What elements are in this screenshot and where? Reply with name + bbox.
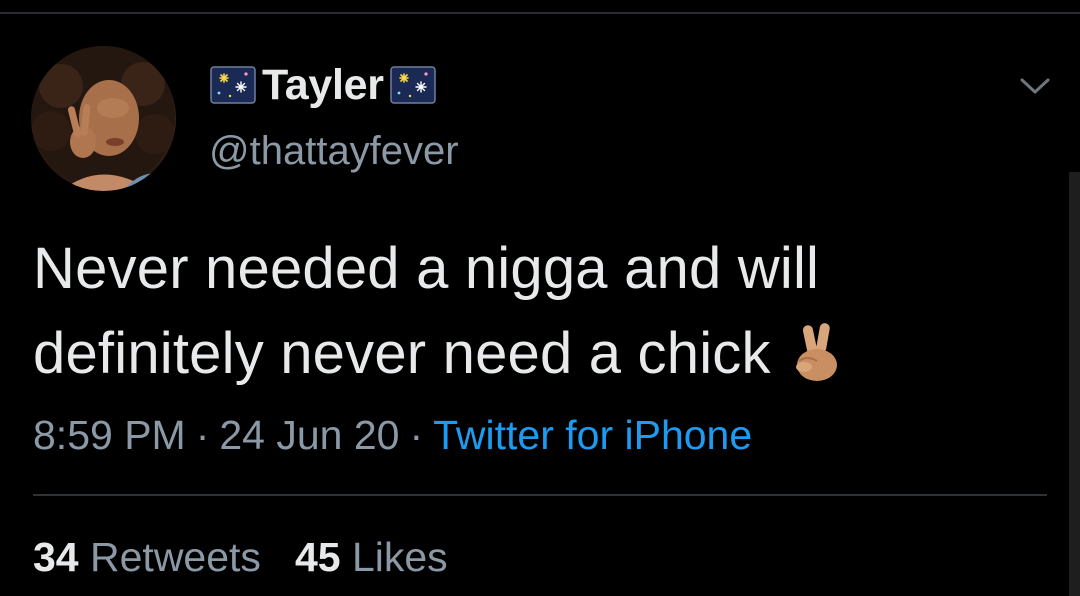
fireworks-icon <box>210 66 256 104</box>
likes-label: Likes <box>351 534 448 580</box>
avatar[interactable] <box>31 46 176 191</box>
tweet-detail-view: Tayler @thattayfever Never needed a nigg… <box>0 0 1080 596</box>
tweet-source-link[interactable]: Twitter for iPhone <box>433 412 752 458</box>
author-display-name: Tayler <box>262 61 384 109</box>
tweet-text-line: Never needed a nigga and will <box>33 236 820 301</box>
meta-separator: · <box>409 412 424 458</box>
tweet-time[interactable]: 8:59 PM <box>33 412 186 458</box>
retweets-label: Retweets <box>90 534 261 580</box>
likes-count: 45 <box>294 534 341 580</box>
stats-divider <box>33 494 1047 496</box>
fireworks-icon <box>389 66 436 104</box>
tweet-stats: 34 Retweets 45 Likes <box>33 530 448 584</box>
avatar-photo <box>31 46 176 191</box>
retweets-stat[interactable]: 34 Retweets <box>33 534 261 580</box>
retweets-count: 34 <box>33 534 79 580</box>
top-divider <box>0 12 1080 14</box>
author-handle[interactable]: @thattayfever <box>209 126 459 176</box>
tweet-text-line: definitely never need a chick <box>33 321 771 386</box>
tweet-date[interactable]: 24 Jun 20 <box>219 412 399 458</box>
chevron-down-icon[interactable] <box>1018 74 1052 98</box>
likes-stat[interactable]: 45 Likes <box>295 534 448 580</box>
tweet-meta: 8:59 PM · 24 Jun 20 · Twitter for iPhone <box>33 408 752 462</box>
tweet-text-line-with-emoji: definitely never need a chick <box>33 311 993 396</box>
meta-separator: · <box>195 412 210 458</box>
victory-hand-icon <box>795 323 837 381</box>
author-name-row[interactable]: Tayler <box>210 60 436 110</box>
scrollbar[interactable] <box>1069 172 1080 596</box>
tweet-text: Never needed a nigga and will definitely… <box>33 226 993 396</box>
